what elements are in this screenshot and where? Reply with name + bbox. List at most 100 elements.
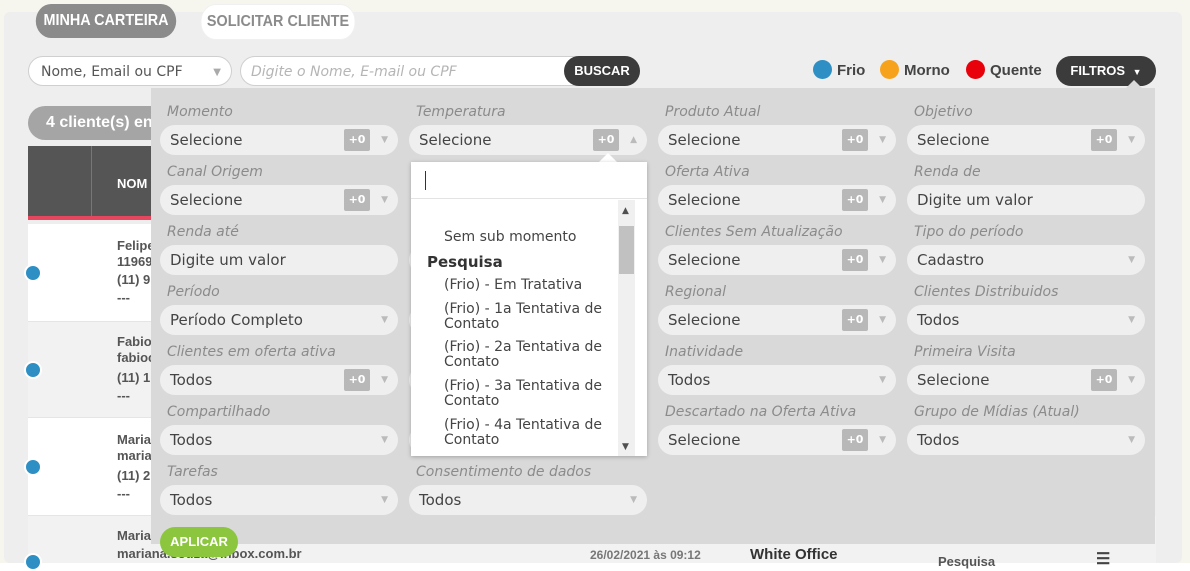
row-id: 11969 bbox=[117, 254, 153, 269]
chevron-down-icon: ▼ bbox=[879, 255, 886, 265]
label-renda-de: Renda de bbox=[914, 164, 981, 180]
select-value: Selecione bbox=[668, 431, 741, 449]
dropdown-options-list: Sem sub momento Pesquisa (Frio) - Em Tra… bbox=[411, 200, 647, 456]
row-phone: (11) 1 bbox=[117, 370, 151, 385]
count-badge: +0 bbox=[344, 129, 370, 151]
search-button[interactable]: BUSCAR bbox=[564, 56, 640, 86]
select-value: Selecione bbox=[668, 251, 741, 269]
input-renda-de[interactable]: Digite um valor bbox=[907, 185, 1145, 215]
count-badge: +0 bbox=[1091, 129, 1117, 151]
count-badge: +0 bbox=[593, 129, 619, 151]
search-type-select[interactable]: Nome, Email ou CPF ▼ bbox=[28, 56, 232, 86]
label-oferta-ativa: Oferta Ativa bbox=[665, 164, 750, 180]
label-canal-origem: Canal Origem bbox=[167, 164, 263, 180]
option-sem-sub-momento[interactable]: Sem sub momento bbox=[444, 230, 614, 245]
option-frio-3a-tentativa[interactable]: (Frio) - 3a Tentativa de Contato bbox=[444, 379, 614, 409]
text-cursor bbox=[425, 171, 426, 190]
select-inatividade[interactable]: Todos ▼ bbox=[658, 365, 896, 395]
select-value: Cadastro bbox=[917, 251, 985, 269]
table-row[interactable]: Fabio fabioc (11) 1 --- bbox=[28, 322, 168, 418]
select-objetivo[interactable]: Selecione +0 ▼ bbox=[907, 125, 1145, 155]
input-value: Digite um valor bbox=[917, 191, 1033, 209]
select-value: Todos bbox=[170, 371, 213, 389]
select-oferta-ativa[interactable]: Selecione +0 ▼ bbox=[658, 185, 896, 215]
list-filter-icon[interactable]: ☰ bbox=[1096, 549, 1110, 569]
label-momento: Momento bbox=[167, 104, 233, 120]
scroll-down-icon[interactable]: ▼ bbox=[622, 442, 629, 452]
chevron-down-icon: ▼ bbox=[1128, 135, 1135, 145]
row-date: 26/02/2021 às 09:12 bbox=[590, 548, 701, 562]
chevron-down-icon: ▼ bbox=[879, 315, 886, 325]
select-clientes-distribuidos[interactable]: Todos ▼ bbox=[907, 305, 1145, 335]
label-clientes-oferta-ativa: Clientes em oferta ativa bbox=[167, 344, 336, 360]
select-temperatura[interactable]: Selecione +0 ▲ bbox=[409, 125, 647, 155]
select-value: Período Completo bbox=[170, 311, 303, 329]
label-tarefas: Tarefas bbox=[167, 464, 218, 480]
select-descartado-oferta-ativa[interactable]: Selecione +0 ▼ bbox=[658, 425, 896, 455]
row-email: maria bbox=[117, 448, 152, 463]
results-count: 4 cliente(s) enc bbox=[28, 106, 168, 140]
option-frio-2a-tentativa[interactable]: (Frio) - 2a Tentativa de Contato bbox=[444, 340, 614, 370]
select-value: Selecione bbox=[170, 131, 243, 149]
select-consentimento[interactable]: Todos ▼ bbox=[409, 485, 647, 515]
search-input[interactable]: Digite o Nome, E-mail ou CPF BUSCAR bbox=[240, 56, 640, 86]
table-row[interactable]: Maria maria (11) 2 --- bbox=[28, 418, 168, 516]
row-name: Felipe bbox=[117, 238, 155, 253]
legend-label-morno: Morno bbox=[904, 62, 950, 79]
select-tipo-periodo[interactable]: Cadastro ▼ bbox=[907, 245, 1145, 275]
table-row[interactable]: Felipe 11969 (11) 9 --- bbox=[28, 224, 168, 322]
tab-my-wallet[interactable]: MINHA CARTEIRA bbox=[35, 4, 177, 38]
select-canal-origem[interactable]: Selecione +0 ▼ bbox=[160, 185, 398, 215]
tab-request-client[interactable]: SOLICITAR CLIENTE bbox=[200, 4, 356, 40]
label-clientes-sem-atualizacao: Clientes Sem Atualização bbox=[665, 224, 843, 240]
select-value: Selecione bbox=[668, 131, 741, 149]
chevron-down-icon: ▼ bbox=[1128, 375, 1135, 385]
count-badge: +0 bbox=[842, 129, 868, 151]
status-dot-icon bbox=[24, 264, 42, 282]
row-stage: Pesquisa bbox=[938, 554, 996, 569]
row-extra: --- bbox=[117, 290, 130, 305]
select-grupo-midias[interactable]: Todos ▼ bbox=[907, 425, 1145, 455]
select-primeira-visita[interactable]: Selecione +0 ▼ bbox=[907, 365, 1145, 395]
select-periodo[interactable]: Período Completo ▼ bbox=[160, 305, 398, 335]
select-compartilhado[interactable]: Todos ▼ bbox=[160, 425, 398, 455]
chevron-down-icon: ▼ bbox=[1128, 435, 1135, 445]
row-name: Maria bbox=[117, 432, 151, 447]
select-value: Todos bbox=[668, 371, 711, 389]
option-frio-em-tratativa[interactable]: (Frio) - Em Tratativa bbox=[444, 278, 614, 293]
count-badge: +0 bbox=[842, 429, 868, 451]
option-frio-1a-tentativa[interactable]: (Frio) - 1a Tentativa de Contato bbox=[444, 302, 614, 332]
legend-item-quente: Quente bbox=[966, 60, 1042, 82]
select-clientes-oferta-ativa[interactable]: Todos +0 ▼ bbox=[160, 365, 398, 395]
dropdown-search-input[interactable] bbox=[411, 162, 647, 199]
option-group-pesquisa: Pesquisa bbox=[427, 253, 503, 271]
scroll-up-icon[interactable]: ▲ bbox=[622, 206, 629, 216]
chevron-down-icon: ▲ bbox=[630, 135, 637, 145]
quente-dot-icon bbox=[966, 60, 985, 80]
select-value: Selecione bbox=[668, 311, 741, 329]
select-value: Selecione bbox=[668, 191, 741, 209]
label-objetivo: Objetivo bbox=[914, 104, 973, 120]
legend-item-frio: Frio bbox=[813, 60, 865, 82]
search-placeholder: Digite o Nome, E-mail ou CPF bbox=[251, 64, 457, 80]
input-renda-ate[interactable]: Digite um valor bbox=[160, 245, 398, 275]
select-value: Selecione bbox=[917, 371, 990, 389]
chevron-down-icon: ▼ bbox=[381, 375, 388, 385]
label-periodo: Período bbox=[167, 284, 220, 300]
count-badge: +0 bbox=[344, 189, 370, 211]
option-frio-4a-tentativa[interactable]: (Frio) - 4a Tentativa de Contato bbox=[444, 418, 614, 448]
label-inatividade: Inatividade bbox=[665, 344, 744, 360]
select-momento[interactable]: Selecione +0 ▼ bbox=[160, 125, 398, 155]
select-tarefas[interactable]: Todos ▼ bbox=[160, 485, 398, 515]
apply-button[interactable]: APLICAR bbox=[160, 527, 238, 557]
chevron-down-icon: ▼ bbox=[381, 495, 388, 505]
count-badge: +0 bbox=[344, 369, 370, 391]
select-regional[interactable]: Selecione +0 ▼ bbox=[658, 305, 896, 335]
select-value: Todos bbox=[917, 311, 960, 329]
dropdown-scrollbar[interactable]: ▲ ▼ bbox=[618, 200, 635, 456]
scrollbar-thumb[interactable] bbox=[619, 226, 634, 274]
chevron-down-icon: ▼ bbox=[879, 375, 886, 385]
select-value: Todos bbox=[170, 491, 213, 509]
select-clientes-sem-atualizacao[interactable]: Selecione +0 ▼ bbox=[658, 245, 896, 275]
select-produto-atual[interactable]: Selecione +0 ▼ bbox=[658, 125, 896, 155]
